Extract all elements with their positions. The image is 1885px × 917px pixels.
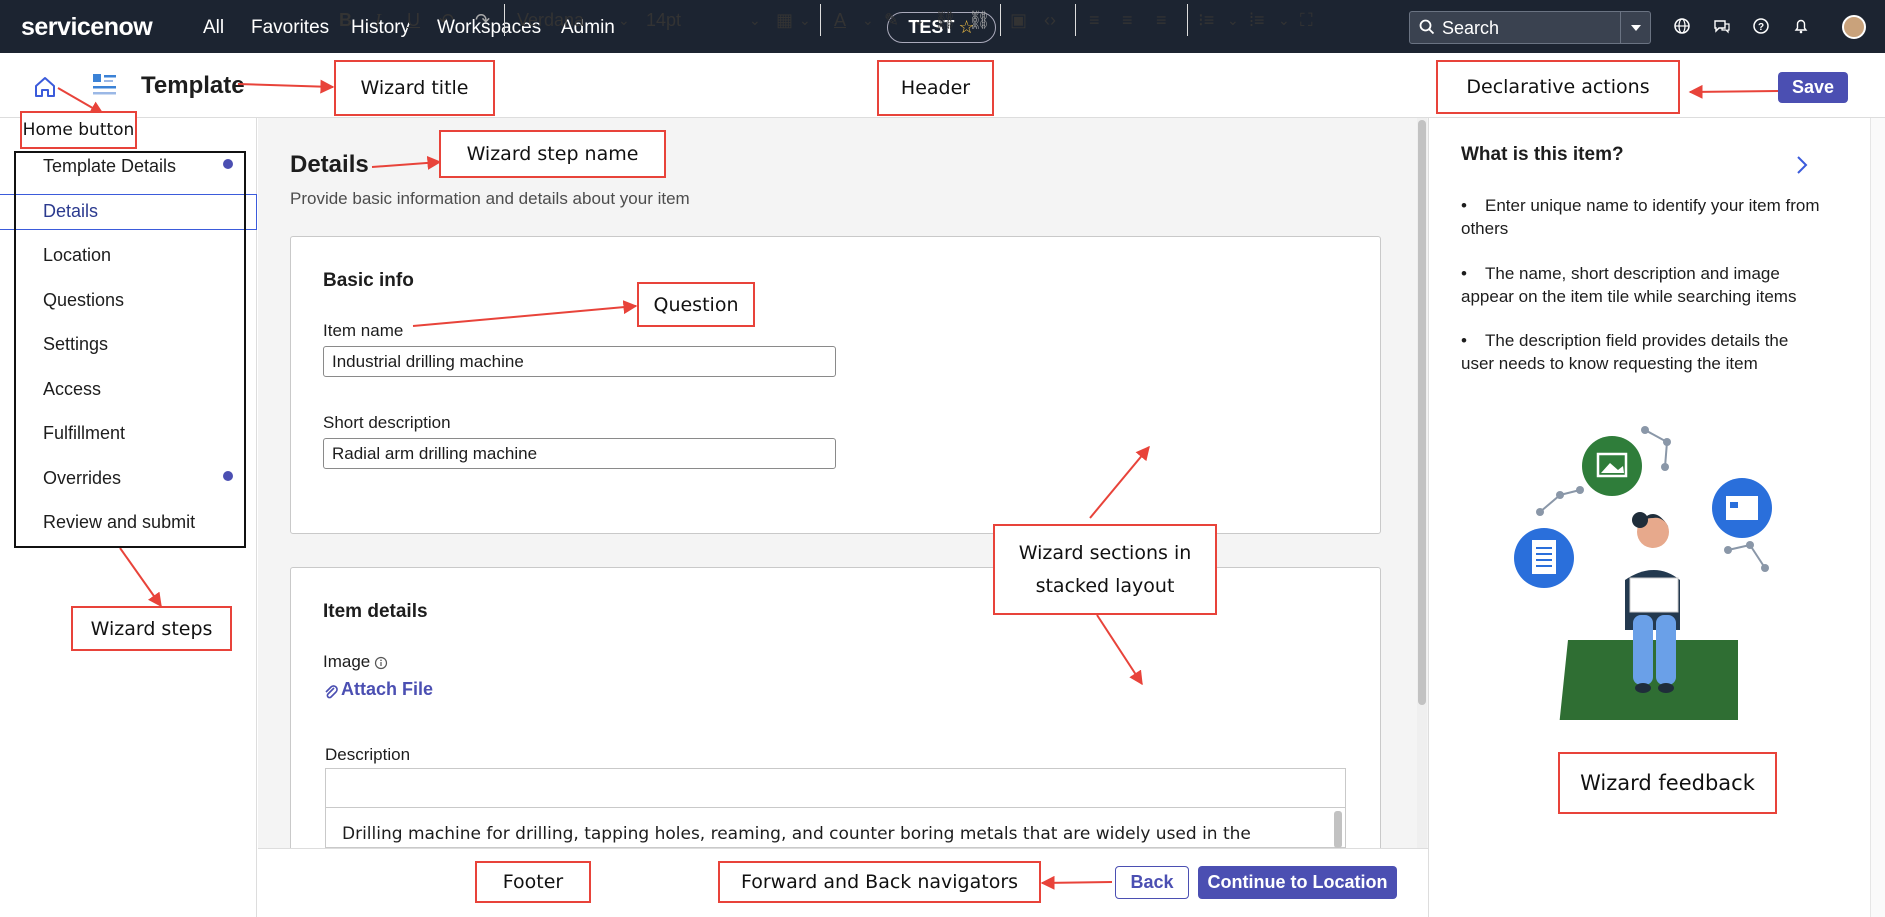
section-title: Basic info [323,270,414,291]
annotation-wizard-sections: Wizard sections in stacked layout [993,524,1217,615]
annotation-footer: Footer [475,861,591,903]
annotation-declarative-actions: Declarative actions [1436,60,1680,114]
attach-file-link[interactable]: Attach File [341,679,433,700]
rich-text-toolbar [325,768,1346,808]
align-center-icon[interactable]: ≡ [1122,10,1133,31]
chat-icon[interactable] [1713,17,1731,35]
annotation-wizard-steps-frame [14,151,246,548]
wizard-title: Template [141,72,245,99]
description-text: Drilling machine for drilling, tapping h… [342,824,1251,844]
annotation-header: Header [877,60,994,116]
annotation-wizard-step-name: Wizard step name [439,130,666,178]
text-color-icon[interactable]: A [834,10,846,31]
font-family-select[interactable]: Verdana [517,10,584,31]
numbered-list-icon[interactable]: ⁞≡ [1249,10,1265,31]
servicenow-logo[interactable]: servicenow [21,13,153,42]
chevron-down-icon[interactable]: ⌄ [862,12,874,29]
chevron-down-icon[interactable]: ⌄ [749,12,761,29]
back-button[interactable]: Back [1115,866,1189,899]
wizard-step-name: Details [290,151,369,178]
redo-icon[interactable]: ↷ [475,10,490,31]
help-icon[interactable]: ? [1752,17,1770,35]
main-scrollbar[interactable] [1418,120,1426,705]
toolbar-divider [1187,4,1188,36]
short-description-input[interactable] [323,438,836,469]
chevron-down-icon[interactable]: ⌄ [799,12,811,29]
chevron-down-icon[interactable]: ⌄ [1278,12,1290,29]
search-icon [1419,19,1435,35]
item-name-label: Item name [323,321,404,340]
bullet: • [1461,264,1467,283]
search-scope-dropdown[interactable] [1620,12,1650,43]
annotation-forward-back-navigators: Forward and Back navigators [718,861,1041,903]
align-left-icon[interactable]: ≡ [1089,10,1100,31]
nav-link-favorites[interactable]: Favorites [251,17,329,39]
editor-scrollbar[interactable] [1334,811,1342,848]
image-label: Image [323,652,371,671]
chevron-right-icon[interactable] [1795,154,1809,176]
description-label: Description [325,745,411,764]
continue-button[interactable]: Continue to Location [1198,866,1397,899]
code-icon[interactable]: ‹› [1044,10,1056,31]
bold-button[interactable]: B [339,10,352,31]
chevron-down-icon[interactable]: ⌄ [913,12,925,29]
bullet: • [1461,196,1467,215]
toolbar-divider [1075,4,1076,36]
bullet-list-icon[interactable]: ⁝≡ [1198,10,1214,31]
image-icon[interactable]: ▣ [1010,10,1027,31]
feedback-item-text: The name, short description and image ap… [1461,264,1797,306]
item-name-input[interactable] [323,346,836,377]
globe-icon[interactable] [1673,17,1691,35]
home-icon[interactable] [32,74,58,100]
undo-icon[interactable]: ↶ [439,10,454,31]
svg-text:?: ? [1758,22,1764,33]
highlight-icon[interactable]: ✎ [884,10,899,31]
feedback-item: • The name, short description and image a… [1461,262,1826,308]
save-button[interactable]: Save [1778,72,1848,103]
search-input[interactable]: Search [1442,18,1499,39]
nav-link-all[interactable]: All [203,17,224,39]
feedback-item: • The description field provides details … [1461,329,1826,375]
align-right-icon[interactable]: ≡ [1156,10,1167,31]
chevron-down-icon [1631,25,1641,31]
section-title: Item details [323,601,428,622]
toolbar-divider [504,4,505,36]
annotation-home-button: Home button [20,111,137,149]
unlink-icon[interactable]: ⛓ [968,10,991,31]
annotation-wizard-steps: Wizard steps [71,606,232,651]
info-icon[interactable] [374,656,388,670]
bell-icon[interactable] [1792,17,1810,35]
chevron-down-icon[interactable]: ⌄ [1227,12,1239,29]
fullscreen-icon[interactable]: ⛶ [1300,10,1313,31]
feedback-title: What is this item? [1461,144,1624,165]
italic-button[interactable]: I [375,10,381,31]
font-size-select[interactable]: 14pt [646,10,681,31]
paperclip-icon [325,685,338,699]
user-avatar[interactable] [1842,15,1866,39]
table-icon[interactable]: ▦ [776,10,793,31]
annotation-wizard-sections-line1: Wizard sections in [1018,541,1192,564]
short-description-label: Short description [323,413,451,432]
bullet: • [1461,331,1467,350]
feedback-item-text: Enter unique name to identify your item … [1461,196,1820,238]
toolbar-divider [1000,4,1001,36]
wizard-step-description: Provide basic information and details ab… [290,189,690,208]
annotation-question: Question [637,282,755,327]
description-editor[interactable]: Drilling machine for drilling, tapping h… [325,808,1346,848]
right-scrollbar[interactable] [1870,118,1885,917]
annotation-wizard-sections-line2: stacked layout [1035,574,1175,597]
underline-button[interactable]: U [407,10,420,31]
feedback-item: • Enter unique name to identify your item… [1461,194,1826,240]
feedback-item-text: The description field provides details t… [1461,331,1789,373]
wizard-list-icon[interactable] [92,72,118,98]
toolbar-divider [820,4,821,36]
section-basic-info [290,236,1381,534]
annotation-wizard-title: Wizard title [334,60,495,116]
global-search[interactable]: Search [1409,11,1651,44]
feedback-illustration [1514,426,1772,720]
annotation-wizard-feedback: Wizard feedback [1558,752,1777,814]
chevron-down-icon[interactable]: ⌄ [618,12,630,29]
link-icon[interactable]: ⛓ [934,10,957,31]
